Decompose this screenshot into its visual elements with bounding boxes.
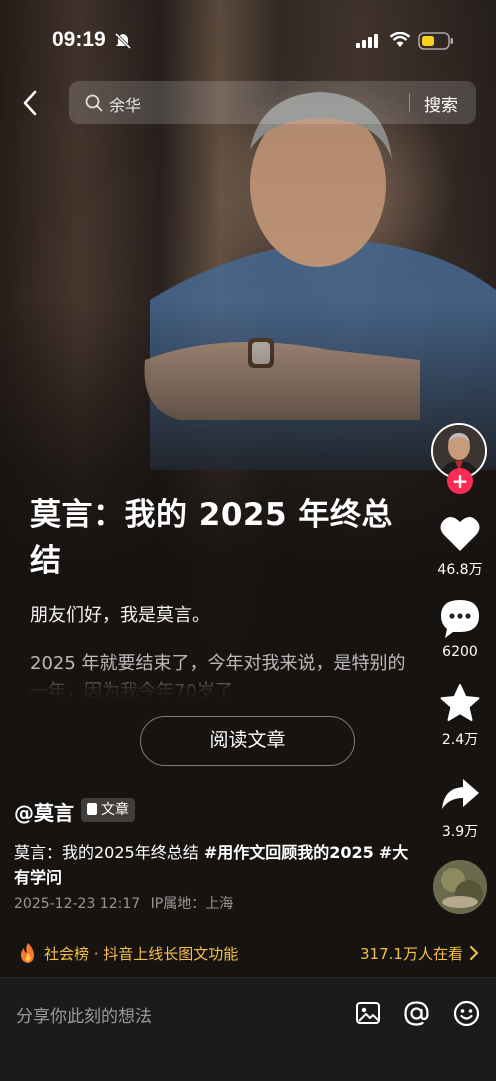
search-input[interactable]: 余华 <box>109 92 141 116</box>
heart-icon <box>440 516 480 551</box>
read-article-button[interactable]: 阅读文章 <box>140 716 355 766</box>
favorite-button[interactable]: 2.4万 <box>430 683 490 749</box>
article-paragraph-1: 朋友们好，我是莫言。 <box>30 605 210 626</box>
star-icon <box>440 684 480 721</box>
share-count: 3.9万 <box>441 824 479 840</box>
share-button[interactable]: 3.9万 <box>430 775 490 841</box>
ip-location: IP属地：上海 <box>150 896 234 912</box>
hot-list-bar[interactable]: 社会榜 · 抖音上线长图文功能 317.1万人在看 <box>0 930 496 976</box>
flame-icon <box>21 943 34 963</box>
follow-button[interactable]: + <box>447 468 473 494</box>
share-arrow-icon <box>442 779 479 809</box>
like-count: 46.8万 <box>437 562 483 578</box>
post-meta: 2025-12-23 12:17 IP属地：上海 <box>14 893 233 913</box>
document-icon <box>87 803 97 815</box>
book-cover-thumbnail <box>433 860 487 914</box>
article-tag-label: 文章 <box>101 802 129 818</box>
search-button[interactable]: 搜索 <box>424 91 458 116</box>
author-name[interactable]: @莫言 <box>14 797 74 826</box>
comment-count: 6200 <box>442 644 478 660</box>
comment-bubble-icon <box>441 600 479 638</box>
mention-icon[interactable] <box>403 1000 430 1027</box>
comment-bar: 分享你此刻的想法 <box>0 977 496 1081</box>
cellular-signal-icon <box>356 34 378 48</box>
chevron-right-icon <box>470 946 479 960</box>
search-icon <box>85 94 103 112</box>
search-bar[interactable]: 余华 搜索 <box>69 81 476 124</box>
favorite-count: 2.4万 <box>441 732 479 748</box>
watching-count: 317.1万人在看 <box>360 945 463 963</box>
image-icon[interactable] <box>355 1000 381 1026</box>
text-fade-overlay <box>0 672 430 712</box>
comment-input[interactable]: 分享你此刻的想法 <box>16 1002 152 1027</box>
comment-button[interactable]: 6200 <box>430 598 490 660</box>
article-tag: 文章 <box>81 798 135 822</box>
clock: 09:19 <box>52 28 106 51</box>
hot-topic-label[interactable]: 社会榜 · 抖音上线长图文功能 <box>44 943 238 964</box>
battery-icon <box>418 32 453 50</box>
emoji-icon[interactable] <box>453 1000 480 1027</box>
search-divider <box>409 93 410 112</box>
post-description: 莫言：我的2025年终总结 #用作文回顾我的2025 #大有学问 <box>14 840 424 890</box>
back-icon[interactable] <box>18 88 46 118</box>
music-disc[interactable] <box>433 860 487 914</box>
description-text: 莫言：我的2025年终总结 <box>14 843 204 862</box>
like-button[interactable]: 46.8万 <box>430 513 490 579</box>
article-title: 莫言：我的 2025 年终总结 <box>30 497 393 579</box>
status-bar: 09:19 <box>0 24 496 60</box>
hashtag-link[interactable]: #用作文回顾我的2025 <box>204 843 374 862</box>
silent-bell-icon <box>114 32 132 50</box>
background-gradient <box>0 0 496 980</box>
wifi-icon <box>390 32 410 47</box>
post-date: 2025-12-23 12:17 <box>14 896 141 912</box>
